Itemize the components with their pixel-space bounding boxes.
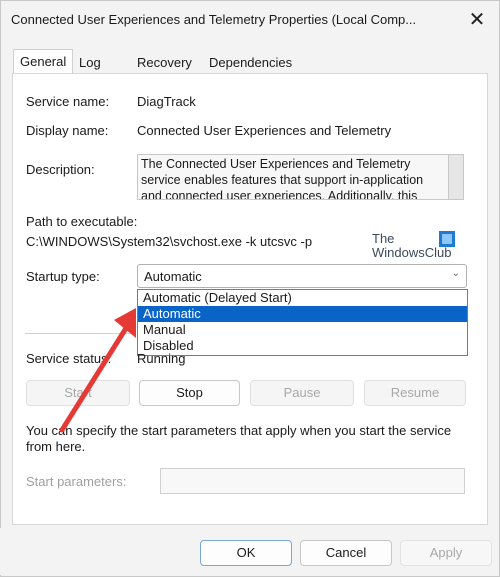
window-title: Connected User Experiences and Telemetry… <box>11 12 417 27</box>
path-value: C:\WINDOWS\System32\svchost.exe -k utcsv… <box>26 234 313 249</box>
description-scrollbar[interactable] <box>448 154 464 200</box>
title-bar: Connected User Experiences and Telemetry… <box>1 1 499 41</box>
tab-dependencies[interactable]: Dependencies <box>203 51 298 74</box>
display-name-value: Connected User Experiences and Telemetry <box>137 123 392 138</box>
tab-log-on[interactable]: Log On <box>73 51 107 93</box>
startup-type-select[interactable]: Automatic ⌄ <box>137 264 467 288</box>
close-icon[interactable]: ✕ <box>461 4 493 36</box>
tab-general[interactable]: General <box>13 49 74 76</box>
watermark-logo: The WindowsClub <box>372 231 462 266</box>
chevron-down-icon: ⌄ <box>451 268 460 279</box>
startup-option-delayed[interactable]: Automatic (Delayed Start) <box>138 290 467 306</box>
startup-type-selected: Automatic <box>144 269 202 284</box>
description-box[interactable]: The Connected User Experiences and Telem… <box>137 154 449 200</box>
service-name-value: DiagTrack <box>137 94 196 109</box>
service-status-label: Service status: <box>26 351 112 366</box>
stop-button[interactable]: Stop <box>139 380 240 406</box>
resume-button[interactable]: Resume <box>364 380 466 406</box>
start-params-label: Start parameters: <box>26 474 127 489</box>
service-name-label: Service name: <box>26 94 110 109</box>
start-params-note: You can specify the start parameters tha… <box>26 423 452 454</box>
watermark-badge-icon <box>439 231 455 247</box>
startup-option-automatic[interactable]: Automatic <box>138 306 467 322</box>
apply-button[interactable]: Apply <box>400 540 492 566</box>
display-name-label: Display name: <box>26 123 109 138</box>
path-label: Path to executable: <box>26 214 138 229</box>
startup-option-disabled[interactable]: Disabled <box>138 338 467 354</box>
tab-recovery[interactable]: Recovery <box>131 51 198 74</box>
watermark-line2: WindowsClub <box>372 245 452 260</box>
ok-button[interactable]: OK <box>200 540 292 566</box>
startup-type-label: Startup type: <box>26 269 100 284</box>
start-button[interactable]: Start <box>26 380 130 406</box>
startup-option-manual[interactable]: Manual <box>138 322 467 338</box>
service-status-value: Running <box>137 351 186 366</box>
pause-button[interactable]: Pause <box>250 380 354 406</box>
cancel-button[interactable]: Cancel <box>300 540 392 566</box>
start-params-input[interactable] <box>160 468 465 494</box>
description-label: Description: <box>26 162 95 177</box>
section-divider <box>25 333 135 334</box>
startup-type-dropdown: Automatic (Delayed Start) Automatic Manu… <box>137 289 468 356</box>
